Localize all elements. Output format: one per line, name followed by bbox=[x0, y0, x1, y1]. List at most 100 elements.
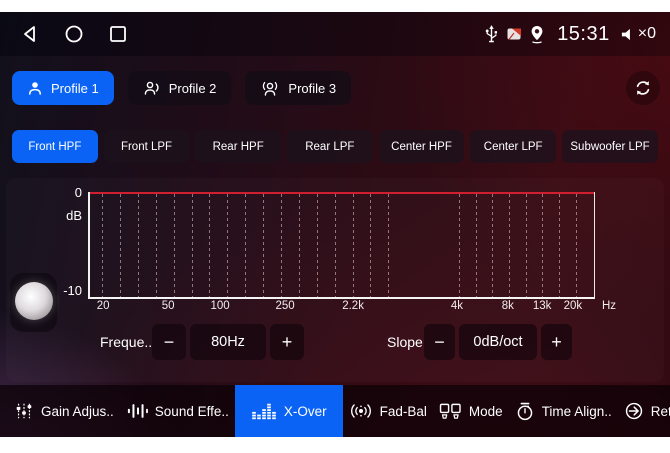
x-axis-unit-label: Hz bbox=[602, 300, 616, 312]
crossover-filter-tabs: Front HPF Front LPF Rear HPF Rear LPF Ce… bbox=[12, 130, 658, 163]
profile-3-button[interactable]: Profile 3 bbox=[245, 71, 351, 105]
profile-label: Profile 2 bbox=[169, 81, 217, 96]
speaker-mode-icon bbox=[439, 402, 462, 421]
frequency-plus-button[interactable]: + bbox=[270, 324, 304, 360]
tab-center-lpf[interactable]: Center LPF bbox=[470, 130, 556, 163]
person-icon bbox=[27, 80, 43, 96]
gridline bbox=[476, 194, 477, 297]
gridline bbox=[526, 194, 527, 297]
nav-label: X-Over bbox=[284, 404, 327, 419]
volume-muted-icon[interactable]: ×0 bbox=[620, 25, 656, 43]
usb-icon bbox=[484, 24, 499, 45]
tab-label: Rear HPF bbox=[213, 141, 264, 153]
tab-label: Front HPF bbox=[28, 141, 81, 153]
gridline bbox=[353, 194, 354, 297]
location-pin-icon bbox=[529, 25, 545, 44]
nav-sound-effects[interactable]: Sound Effe.. bbox=[120, 385, 235, 437]
back-icon[interactable] bbox=[20, 24, 40, 44]
slope-label: Slope bbox=[387, 324, 423, 360]
gridline bbox=[209, 194, 210, 297]
gridline bbox=[192, 194, 193, 297]
tab-rear-hpf[interactable]: Rear HPF bbox=[195, 130, 281, 163]
plot-area[interactable] bbox=[88, 192, 595, 299]
nav-return[interactable]: Return bbox=[618, 385, 670, 437]
fader-balance-icon bbox=[349, 401, 373, 421]
gridline bbox=[335, 194, 336, 297]
gridline bbox=[576, 194, 577, 297]
nav-label: Fad-Bal bbox=[380, 404, 427, 419]
nav-label: Sound Effe.. bbox=[155, 404, 229, 419]
head-unit-screen: 15:31 ×0 Profile 1 bbox=[0, 12, 670, 437]
gridline bbox=[102, 194, 103, 297]
return-arrow-icon bbox=[624, 401, 644, 421]
sd-card-icon bbox=[507, 28, 521, 40]
nav-x-over[interactable]: X-Over bbox=[235, 385, 343, 437]
tab-front-lpf[interactable]: Front LPF bbox=[104, 130, 190, 163]
gridline bbox=[245, 194, 246, 297]
person-waves-icon bbox=[260, 80, 280, 96]
sound-effects-icon bbox=[126, 401, 148, 421]
gridline bbox=[156, 194, 157, 297]
nav-mode[interactable]: Mode bbox=[433, 385, 509, 437]
tab-rear-lpf[interactable]: Rear LPF bbox=[287, 130, 373, 163]
y-axis-unit-label: dB bbox=[56, 208, 82, 223]
status-bar: 15:31 ×0 bbox=[0, 12, 670, 56]
person-wave-icon bbox=[143, 80, 161, 96]
home-icon[interactable] bbox=[64, 24, 84, 44]
gain-sliders-icon bbox=[14, 401, 34, 421]
knob-circle bbox=[15, 282, 53, 320]
nav-gain-adjust[interactable]: Gain Adjus.. bbox=[8, 385, 120, 437]
y-axis-max-label: 0 bbox=[56, 185, 82, 200]
slope-plus-button[interactable]: + bbox=[541, 324, 572, 360]
nav-fad-bal[interactable]: Fad-Bal bbox=[343, 385, 433, 437]
profile-2-button[interactable]: Profile 2 bbox=[128, 71, 232, 105]
x-tick-label: 250 bbox=[275, 300, 294, 312]
gridline bbox=[542, 194, 543, 297]
x-tick-label: 4k bbox=[451, 300, 463, 312]
gridline bbox=[370, 194, 371, 297]
status-indicators: 15:31 ×0 bbox=[484, 23, 670, 46]
nav-time-align[interactable]: Time Align.. bbox=[509, 385, 618, 437]
tab-label: Center LPF bbox=[484, 141, 543, 153]
tab-label: Front LPF bbox=[121, 141, 172, 153]
equalizer-icon bbox=[251, 401, 277, 421]
nav-label: Time Align.. bbox=[542, 404, 612, 419]
tab-front-hpf[interactable]: Front HPF bbox=[12, 130, 98, 163]
gridline bbox=[459, 194, 460, 297]
nav-label: Return bbox=[651, 404, 670, 419]
gridline bbox=[299, 194, 300, 297]
reset-refresh-button[interactable] bbox=[626, 71, 660, 105]
frequency-label: Freque.. bbox=[100, 324, 152, 360]
volume-level: ×0 bbox=[638, 25, 656, 43]
response-curve bbox=[90, 192, 594, 194]
gridline bbox=[317, 194, 318, 297]
gridline bbox=[281, 194, 282, 297]
frequency-minus-button[interactable]: − bbox=[152, 324, 186, 360]
tab-center-hpf[interactable]: Center HPF bbox=[379, 130, 465, 163]
x-tick-label: 2.2k bbox=[342, 300, 364, 312]
nav-label: Gain Adjus.. bbox=[41, 404, 114, 419]
profile-label: Profile 3 bbox=[288, 81, 336, 96]
gridline bbox=[138, 194, 139, 297]
slope-value: 0dB/oct bbox=[459, 324, 537, 360]
recents-icon[interactable] bbox=[108, 24, 128, 44]
x-axis-ticks: Hz 20501002502.2k4k8k13k20k bbox=[88, 300, 592, 316]
gridline bbox=[509, 194, 510, 297]
slope-minus-button[interactable]: − bbox=[424, 324, 455, 360]
gridline bbox=[120, 194, 121, 297]
x-tick-label: 100 bbox=[210, 300, 229, 312]
stopwatch-icon bbox=[515, 401, 535, 421]
bottom-nav-bar: Gain Adjus.. Sound Effe.. bbox=[0, 385, 670, 437]
gridline bbox=[492, 194, 493, 297]
tab-subwoofer-lpf[interactable]: Subwoofer LPF bbox=[562, 130, 658, 163]
profile-1-button[interactable]: Profile 1 bbox=[12, 71, 114, 105]
android-nav-buttons bbox=[0, 24, 128, 44]
clock: 15:31 bbox=[557, 23, 610, 46]
x-tick-label: 13k bbox=[533, 300, 552, 312]
tab-label: Subwoofer LPF bbox=[570, 141, 649, 153]
profile-label: Profile 1 bbox=[51, 81, 99, 96]
gridline bbox=[227, 194, 228, 297]
profile-row: Profile 1 Profile 2 Profile bbox=[12, 70, 660, 106]
tab-label: Center HPF bbox=[391, 141, 452, 153]
crossover-controls: Freque.. − 80Hz + Slope − 0dB/oct + bbox=[0, 324, 670, 360]
